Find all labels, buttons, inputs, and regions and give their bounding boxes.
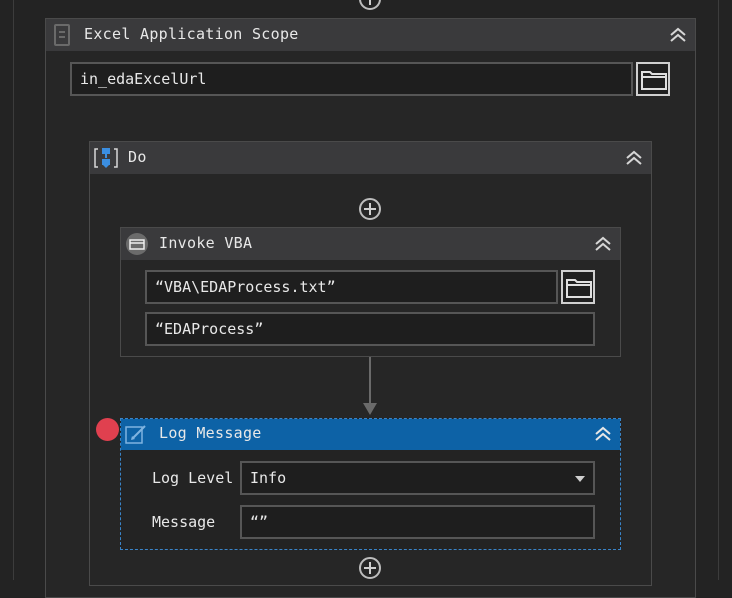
collapse-icon[interactable] [669, 26, 687, 44]
folder-icon [641, 71, 667, 90]
excel-scope-icon [54, 24, 70, 46]
connector-line [369, 357, 371, 405]
breakpoint-icon[interactable] [96, 418, 119, 441]
message-label: Message [152, 513, 216, 531]
log-message-icon [125, 423, 149, 445]
workbook-path-input[interactable]: in_edaExcelUrl [70, 62, 633, 96]
add-activity-icon[interactable] [359, 198, 381, 220]
excel-application-scope-header[interactable]: Excel Application Scope [46, 19, 695, 51]
log-level-label: Log Level [152, 469, 234, 487]
canvas-right-border [718, 0, 719, 580]
add-activity-top-icon[interactable] [359, 0, 381, 10]
canvas-left-border [13, 0, 14, 580]
do-sequence-header[interactable]: Do [90, 142, 651, 174]
collapse-icon[interactable] [625, 149, 643, 167]
invoke-vba-icon [125, 232, 149, 256]
browse-code-file-button[interactable] [561, 270, 595, 304]
sequence-icon [94, 147, 118, 169]
do-sequence-title: Do [128, 148, 147, 166]
collapse-icon[interactable] [594, 425, 612, 443]
log-message-header[interactable]: Log Message [121, 419, 620, 450]
connector-arrowhead [363, 403, 377, 415]
chevron-down-icon[interactable] [575, 476, 585, 482]
invoke-vba-title: Invoke VBA [159, 234, 253, 252]
log-level-value: Info [250, 469, 287, 487]
invoke-vba-header[interactable]: Invoke VBA [121, 228, 620, 260]
excel-scope-title: Excel Application Scope [84, 25, 299, 43]
message-input[interactable]: “” [240, 505, 595, 539]
log-message-title: Log Message [159, 424, 262, 442]
add-activity-bottom-icon[interactable] [359, 557, 381, 579]
code-file-path-input[interactable]: “VBA\EDAProcess.txt” [145, 270, 558, 304]
browse-workbook-button[interactable] [636, 62, 670, 96]
entry-method-input[interactable]: “EDAProcess” [145, 312, 595, 346]
log-level-select[interactable]: Info [240, 461, 595, 495]
collapse-icon[interactable] [594, 235, 612, 253]
folder-icon [566, 279, 592, 298]
